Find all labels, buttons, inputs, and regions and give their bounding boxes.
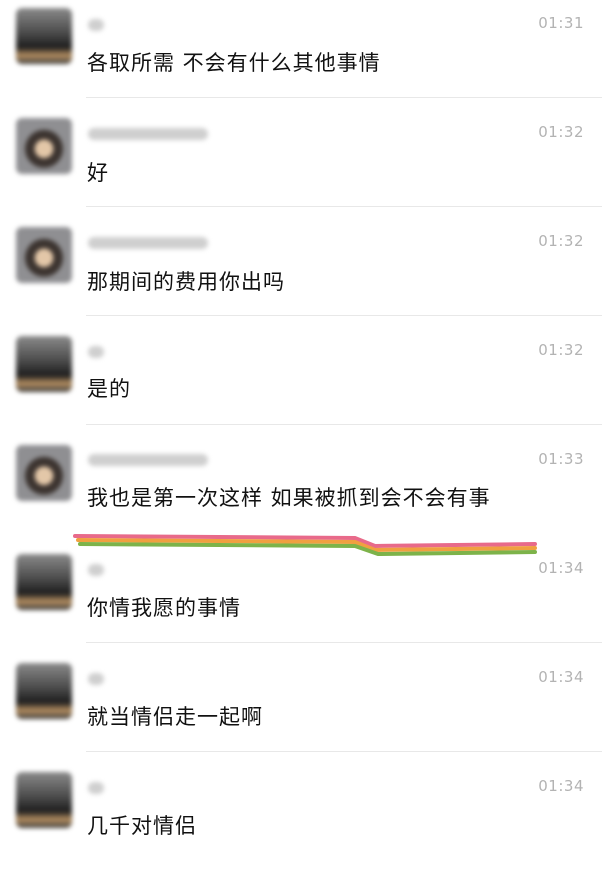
blurred-sender-name — [88, 237, 208, 249]
message-time: 01:32 — [538, 341, 584, 359]
avatar[interactable] — [16, 445, 72, 501]
avatar[interactable] — [16, 8, 72, 64]
blurred-sender-name — [88, 564, 104, 576]
blurred-sender-name — [88, 454, 208, 466]
chat-message[interactable]: 01:32 那期间的费用你出吗 — [0, 217, 602, 326]
avatar[interactable] — [16, 554, 72, 610]
blurred-sender-name — [88, 19, 104, 31]
avatar[interactable] — [16, 227, 72, 283]
message-text: 是的 — [87, 377, 131, 401]
chat-message[interactable]: 01:32 好 — [0, 108, 602, 217]
divider — [86, 206, 602, 207]
message-time: 01:34 — [538, 668, 584, 686]
message-text: 你情我愿的事情 — [87, 596, 241, 620]
blurred-sender-name — [88, 346, 104, 358]
avatar[interactable] — [16, 772, 72, 828]
divider — [86, 97, 602, 98]
message-time: 01:32 — [538, 232, 584, 250]
message-time: 01:33 — [538, 450, 584, 468]
blurred-sender-name — [88, 673, 104, 685]
divider — [86, 424, 602, 425]
chat-message[interactable]: 01:34 你情我愿的事情 — [0, 544, 602, 653]
blurred-sender-name — [88, 128, 208, 140]
message-time: 01:34 — [538, 559, 584, 577]
message-text: 几千对情侣 — [87, 814, 197, 838]
divider — [86, 751, 602, 752]
blurred-sender-name — [88, 782, 104, 794]
message-time: 01:31 — [538, 14, 584, 32]
avatar[interactable] — [16, 663, 72, 719]
message-text: 各取所需 不会有什么其他事情 — [87, 51, 381, 75]
avatar[interactable] — [16, 118, 72, 174]
divider — [86, 315, 602, 316]
message-text: 好 — [87, 161, 109, 185]
divider — [86, 642, 602, 643]
chat-message[interactable]: 01:32 是的 — [0, 326, 602, 435]
message-time: 01:34 — [538, 777, 584, 795]
chat-message[interactable]: 01:34 就当情侣走一起啊 — [0, 653, 602, 762]
message-text: 那期间的费用你出吗 — [87, 270, 285, 294]
chat-message[interactable]: 01:31 各取所需 不会有什么其他事情 — [0, 0, 602, 109]
message-time: 01:32 — [538, 123, 584, 141]
avatar[interactable] — [16, 336, 72, 392]
message-text: 我也是第一次这样 如果被抓到会不会有事 — [87, 486, 491, 510]
message-text: 就当情侣走一起啊 — [87, 705, 263, 729]
